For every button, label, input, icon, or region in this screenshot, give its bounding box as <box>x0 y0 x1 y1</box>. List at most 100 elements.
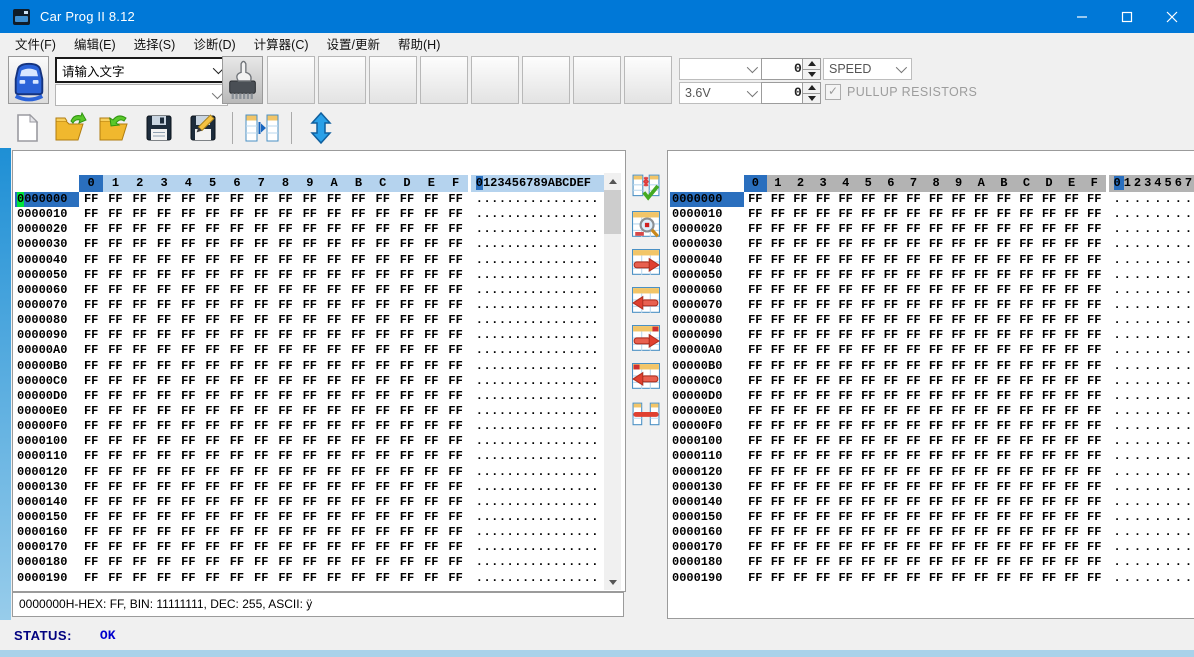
byte-cell[interactable]: FF <box>273 510 297 525</box>
byte-cell[interactable]: FF <box>200 555 224 570</box>
menu-item[interactable]: 设置/更新 <box>318 32 389 55</box>
byte-cell[interactable]: FF <box>947 571 970 586</box>
byte-cell[interactable]: FF <box>176 207 200 222</box>
byte-cell[interactable]: FF <box>947 404 970 419</box>
copy-row-right-button[interactable] <box>630 248 662 278</box>
byte-cell[interactable]: FF <box>371 434 395 449</box>
byte-cell[interactable]: FF <box>298 449 322 464</box>
byte-cell[interactable]: FF <box>79 389 103 404</box>
byte-cell[interactable]: FF <box>1015 237 1038 252</box>
byte-cell[interactable]: FF <box>789 480 812 495</box>
byte-cell[interactable]: FF <box>925 374 948 389</box>
byte-cell[interactable]: FF <box>1038 540 1061 555</box>
byte-cell[interactable]: FF <box>346 449 370 464</box>
byte-cell[interactable]: FF <box>79 343 103 358</box>
byte-cell[interactable]: FF <box>103 540 127 555</box>
ascii-cell[interactable]: ................ <box>1109 253 1194 268</box>
ascii-cell[interactable]: ................ <box>1109 540 1194 555</box>
byte-cell[interactable]: FF <box>371 237 395 252</box>
byte-cell[interactable]: FF <box>744 434 767 449</box>
byte-cell[interactable]: FF <box>103 480 127 495</box>
byte-cell[interactable]: FF <box>993 328 1016 343</box>
address-cell[interactable]: 0000140 <box>15 495 79 510</box>
ascii-cell[interactable]: ................ <box>1109 404 1194 419</box>
byte-cell[interactable]: FF <box>200 419 224 434</box>
secondary-combo[interactable] <box>55 84 228 106</box>
address-cell[interactable]: 00000D0 <box>15 389 79 404</box>
ascii-cell[interactable]: ................ <box>471 571 604 586</box>
byte-cell[interactable]: FF <box>346 571 370 586</box>
byte-cell[interactable]: FF <box>298 510 322 525</box>
close-button[interactable] <box>1149 0 1194 33</box>
byte-cell[interactable]: FF <box>1083 465 1106 480</box>
byte-cell[interactable]: FF <box>834 419 857 434</box>
byte-cell[interactable]: FF <box>1015 555 1038 570</box>
byte-cell[interactable]: FF <box>925 480 948 495</box>
byte-cell[interactable]: FF <box>767 540 790 555</box>
menu-item[interactable]: 文件(F) <box>6 32 65 55</box>
byte-cell[interactable]: FF <box>812 253 835 268</box>
byte-cell[interactable]: FF <box>1060 449 1083 464</box>
byte-cell[interactable]: FF <box>880 495 903 510</box>
byte-cell[interactable]: FF <box>273 268 297 283</box>
byte-cell[interactable]: FF <box>1083 525 1106 540</box>
byte-cell[interactable]: FF <box>1038 510 1061 525</box>
byte-cell[interactable]: FF <box>812 404 835 419</box>
byte-cell[interactable]: FF <box>1015 434 1038 449</box>
byte-cell[interactable]: FF <box>812 540 835 555</box>
byte-cell[interactable]: FF <box>970 207 993 222</box>
address-cell[interactable]: 00000A0 <box>670 343 744 358</box>
byte-cell[interactable]: FF <box>443 465 467 480</box>
byte-cell[interactable]: FF <box>249 434 273 449</box>
byte-cell[interactable]: FF <box>200 480 224 495</box>
byte-cell[interactable]: FF <box>1083 222 1106 237</box>
byte-cell[interactable]: FF <box>1015 207 1038 222</box>
byte-cell[interactable]: FF <box>857 495 880 510</box>
byte-cell[interactable]: FF <box>225 343 249 358</box>
byte-cell[interactable]: FF <box>419 434 443 449</box>
ascii-cell[interactable]: ................ <box>1109 419 1194 434</box>
byte-cell[interactable]: FF <box>371 540 395 555</box>
byte-cell[interactable]: FF <box>970 571 993 586</box>
byte-cell[interactable]: FF <box>176 268 200 283</box>
menu-item[interactable]: 选择(S) <box>125 32 185 55</box>
byte-cell[interactable]: FF <box>322 359 346 374</box>
byte-cell[interactable]: FF <box>128 571 152 586</box>
ascii-cell[interactable]: ................ <box>1109 555 1194 570</box>
byte-cell[interactable]: FF <box>298 571 322 586</box>
byte-cell[interactable]: FF <box>249 343 273 358</box>
byte-cell[interactable]: FF <box>789 571 812 586</box>
byte-cell[interactable]: FF <box>947 374 970 389</box>
swap-buffers-button[interactable] <box>302 110 340 146</box>
byte-cell[interactable]: FF <box>371 207 395 222</box>
byte-cell[interactable]: FF <box>925 298 948 313</box>
byte-cell[interactable]: FF <box>371 328 395 343</box>
byte-cell[interactable]: FF <box>902 510 925 525</box>
byte-cell[interactable]: FF <box>128 283 152 298</box>
byte-cell[interactable]: FF <box>128 480 152 495</box>
byte-cell[interactable]: FF <box>79 571 103 586</box>
ascii-cell[interactable]: ................ <box>1109 237 1194 252</box>
byte-cell[interactable]: FF <box>128 525 152 540</box>
byte-cell[interactable]: FF <box>395 207 419 222</box>
byte-cell[interactable]: FF <box>298 540 322 555</box>
byte-cell[interactable]: FF <box>1060 343 1083 358</box>
byte-cell[interactable]: FF <box>834 283 857 298</box>
column-header[interactable]: 5 <box>857 175 880 192</box>
byte-cell[interactable]: FF <box>176 510 200 525</box>
byte-cell[interactable]: FF <box>767 222 790 237</box>
byte-cell[interactable]: FF <box>273 555 297 570</box>
byte-cell[interactable]: FF <box>1038 192 1061 207</box>
spinner-up-button[interactable] <box>803 83 820 93</box>
byte-cell[interactable]: FF <box>812 222 835 237</box>
address-cell[interactable]: 00000F0 <box>670 419 744 434</box>
byte-cell[interactable]: FF <box>371 510 395 525</box>
address-cell[interactable]: 00000E0 <box>15 404 79 419</box>
byte-cell[interactable]: FF <box>1060 222 1083 237</box>
byte-cell[interactable]: FF <box>834 510 857 525</box>
byte-cell[interactable]: FF <box>273 480 297 495</box>
byte-cell[interactable]: FF <box>925 283 948 298</box>
byte-cell[interactable]: FF <box>395 434 419 449</box>
column-header[interactable]: 0 <box>79 175 103 192</box>
column-header[interactable]: D <box>395 175 419 192</box>
